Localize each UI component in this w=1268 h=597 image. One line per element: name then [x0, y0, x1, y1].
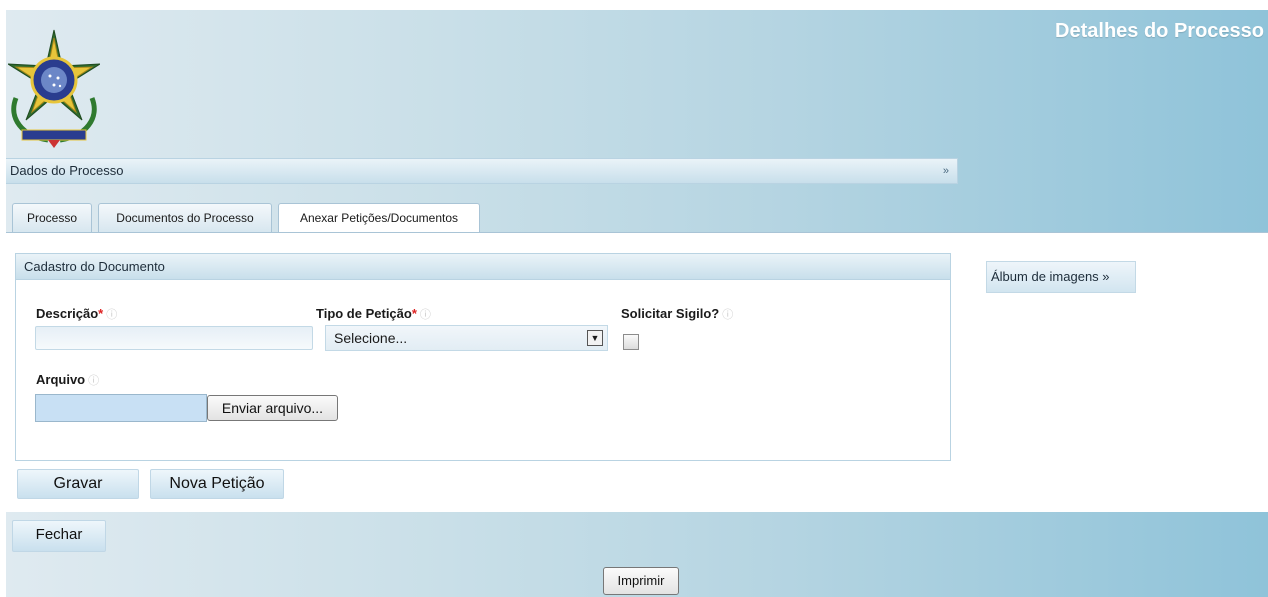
section-bar-label: Dados do Processo [10, 163, 124, 178]
sigilo-checkbox[interactable] [623, 334, 639, 350]
tab-anexar-peticoes[interactable]: Anexar Petições/Documentos [278, 203, 480, 234]
brasao-emblem [8, 29, 100, 148]
tipo-peticao-label: Tipo de Petição* ⓘ [316, 306, 431, 321]
fechar-button[interactable]: Fechar [12, 520, 106, 552]
sigilo-label: Solicitar Sigilo? ⓘ [621, 306, 734, 321]
gravar-button[interactable]: Gravar [17, 469, 139, 499]
album-imagens-button[interactable]: Álbum de imagens » [986, 261, 1136, 293]
tipo-peticao-selected: Selecione... [334, 330, 408, 346]
page-title: Detalhes do Processo [1055, 20, 1264, 42]
section-bar-dados-processo[interactable]: Dados do Processo » [6, 158, 958, 184]
info-icon: ⓘ [106, 309, 118, 321]
enviar-arquivo-button[interactable]: Enviar arquivo... [207, 395, 338, 421]
tab-content: Cadastro do Documento Descrição* ⓘ Tipo d… [6, 232, 1268, 512]
descricao-input[interactable] [35, 326, 313, 350]
expand-arrow-icon[interactable]: » [943, 159, 949, 183]
tipo-peticao-select[interactable]: Selecione... ▼ [325, 325, 608, 351]
panel-title: Cadastro do Documento [16, 254, 950, 280]
required-marker: * [98, 306, 104, 321]
info-icon: ⓘ [88, 375, 100, 387]
info-icon: ⓘ [419, 309, 431, 321]
chevron-down-icon[interactable]: ▼ [587, 330, 603, 346]
arquivo-label: Arquivo ⓘ [36, 372, 100, 387]
cadastro-documento-panel: Cadastro do Documento Descrição* ⓘ Tipo d… [15, 253, 951, 461]
imprimir-button[interactable]: Imprimir [603, 567, 679, 595]
nova-peticao-button[interactable]: Nova Petição [150, 469, 284, 499]
required-marker: * [411, 306, 417, 321]
info-icon: ⓘ [722, 309, 734, 321]
descricao-label: Descrição* ⓘ [36, 306, 118, 321]
footer-bar: Fechar Imprimir [6, 512, 1268, 597]
arquivo-file-input[interactable] [35, 394, 207, 422]
tab-processo[interactable]: Processo [12, 203, 92, 233]
page-frame: Detalhes do Processo Dados do Processo »… [6, 10, 1268, 597]
tab-documentos-processo[interactable]: Documentos do Processo [98, 203, 272, 233]
